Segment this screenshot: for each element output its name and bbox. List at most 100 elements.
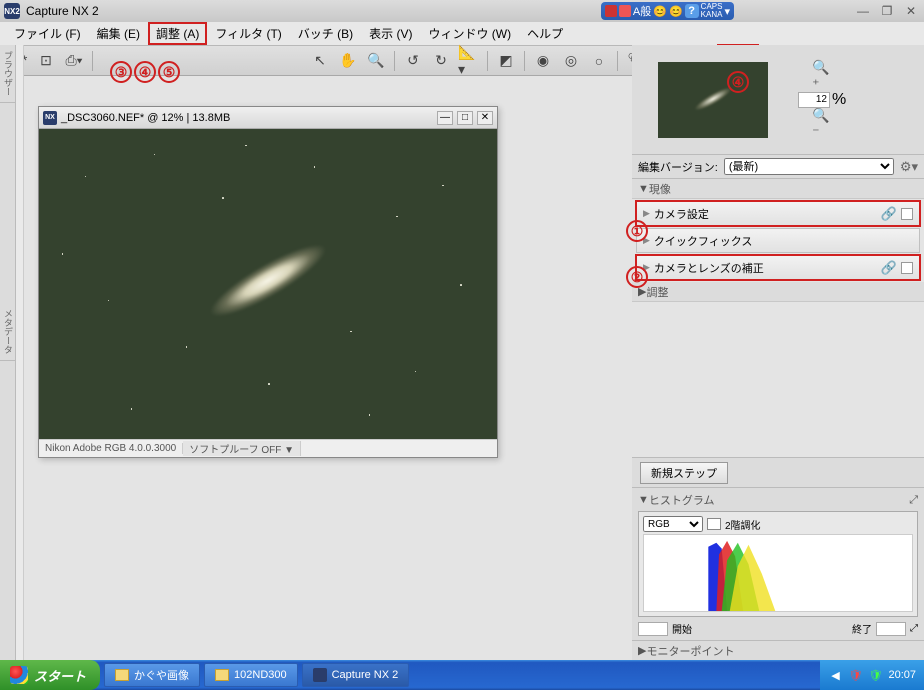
histogram-panel: ▼ ヒストグラム ⤢ RGB 2階調化 開始 終了	[632, 487, 924, 640]
tool-whitepoint[interactable]: ○	[587, 49, 611, 73]
zoom-unit: %	[832, 91, 846, 109]
menu-file[interactable]: ファイル (F)	[6, 22, 89, 45]
taskbar-item-2[interactable]: 102ND300	[204, 663, 298, 687]
doc-maximize-button[interactable]: □	[457, 111, 473, 125]
menu-window[interactable]: ウィンドウ (W)	[420, 22, 519, 45]
system-tray[interactable]: ◀ 🛡 🛡 20:07	[820, 660, 924, 690]
softproof-toggle[interactable]: ソフトプルーフ OFF ▼	[183, 441, 301, 456]
menu-bar: ファイル (F) 編集 (E) 調整 (A) フィルタ (T) バッチ (B) …	[0, 22, 924, 46]
document-window: NX _DSC3060.NEF* @ 12% | 13.8MB — □ ✕ Ni…	[38, 106, 498, 458]
tab-browser[interactable]: ブラウザー	[0, 45, 17, 103]
new-step-button[interactable]: 新規ステップ	[640, 462, 728, 484]
histogram-canvas	[643, 534, 913, 612]
marker-5: ⑤	[158, 61, 180, 83]
hist-end-label: 終了	[852, 621, 872, 636]
hist-end-input[interactable]	[876, 622, 906, 636]
step-camera-settings[interactable]: ▶カメラ設定 🔗	[636, 201, 920, 226]
folder-icon	[115, 669, 129, 681]
link-icon: 🔗	[881, 260, 897, 276]
step-camera-lens-correction[interactable]: ▶カメラとレンズの補正 🔗	[636, 255, 920, 280]
new-step-bar: 新規ステップ	[632, 457, 924, 487]
tool-blackpoint[interactable]: ◉	[531, 49, 555, 73]
step-quick-fix[interactable]: ▶クイックフィックス	[636, 228, 920, 253]
tool-crop[interactable]: ◩	[494, 49, 518, 73]
marker-4b: ④	[727, 71, 749, 93]
link-icon: 🔗	[881, 206, 897, 222]
document-title: _DSC3060.NEF* @ 12% | 13.8MB	[61, 112, 230, 124]
tool-hand[interactable]: ✋	[336, 49, 360, 73]
hist-expand-icon[interactable]: ⤢	[910, 623, 918, 634]
hist-start-input[interactable]	[638, 622, 668, 636]
ime-help-icon[interactable]: ?	[685, 4, 699, 18]
app-icon	[313, 668, 327, 682]
image-canvas[interactable]	[39, 129, 497, 439]
navigator-thumbnail[interactable]	[658, 62, 768, 138]
edit-version-bar: 編集バージョン: (最新) ⚙▾	[632, 155, 924, 179]
marker-1: ①	[626, 220, 648, 242]
step-checkbox[interactable]	[901, 208, 913, 220]
tool-print[interactable]: ⎙▾	[62, 49, 86, 73]
window-minimize-button[interactable]: —	[854, 4, 872, 18]
zoom-input[interactable]	[798, 92, 830, 108]
menu-help[interactable]: ヘルプ	[519, 22, 571, 45]
doc-minimize-button[interactable]: —	[437, 111, 453, 125]
tool-pointer[interactable]: ↖	[308, 49, 332, 73]
tool-rotate-cw[interactable]: ↻	[429, 49, 453, 73]
app-title: Capture NX 2	[26, 4, 99, 18]
tool-straighten[interactable]: 📐▾	[457, 49, 481, 73]
edit-version-select[interactable]: (最新)	[724, 158, 894, 175]
marker-4a: ④	[134, 61, 156, 83]
zoom-out-button[interactable]: 🔍⁻	[812, 115, 832, 133]
twotone-label: 2階調化	[725, 517, 761, 532]
doc-close-button[interactable]: ✕	[477, 111, 493, 125]
taskbar-item-3[interactable]: Capture NX 2	[302, 663, 410, 687]
window-titlebar: NX2 Capture NX 2 A般 😊😊 ? CAPSKANA ▾ — ❐ …	[0, 0, 924, 22]
window-close-button[interactable]: ✕	[902, 4, 920, 18]
histogram-title: ヒストグラム	[649, 492, 715, 508]
window-maximize-button[interactable]: ❐	[878, 4, 896, 18]
windows-logo-icon	[10, 666, 28, 684]
menu-filter[interactable]: フィルタ (T)	[207, 22, 289, 45]
right-panel: 🔍⁺ % 🔍⁻ 編集バージョン: (最新) ⚙▾ ▼ 現像 ▶カメラ設定 🔗 ▶…	[632, 45, 924, 660]
tray-icon-1[interactable]: ◀	[828, 668, 842, 682]
app-icon: NX2	[4, 3, 20, 19]
tool-zoom[interactable]: 🔍	[364, 49, 388, 73]
tray-icon-3[interactable]: 🛡	[868, 668, 882, 682]
twotone-swatch[interactable]	[707, 518, 721, 530]
galaxy-image	[155, 195, 381, 366]
edit-settings-icon[interactable]: ⚙▾	[900, 159, 918, 175]
section-adjust-header[interactable]: ▶ 調整	[632, 282, 924, 302]
ime-language-bar[interactable]: A般 😊😊 ? CAPSKANA ▾	[601, 2, 734, 20]
menu-batch[interactable]: バッチ (B)	[290, 22, 361, 45]
menu-edit[interactable]: 編集 (E)	[89, 22, 148, 45]
clock: 20:07	[888, 669, 916, 681]
document-titlebar[interactable]: NX _DSC3060.NEF* @ 12% | 13.8MB — □ ✕	[39, 107, 497, 129]
histogram-expand-icon[interactable]: ⤢	[909, 494, 918, 507]
color-profile-label: Nikon Adobe RGB 4.0.0.3000	[39, 443, 183, 454]
step-checkbox[interactable]	[901, 262, 913, 274]
marker-3: ③	[110, 61, 132, 83]
folder-icon	[215, 669, 229, 681]
workspace: NX _DSC3060.NEF* @ 12% | 13.8MB — □ ✕ Ni…	[24, 76, 632, 660]
zoom-in-button[interactable]: 🔍⁺	[812, 67, 832, 85]
hist-start-label: 開始	[672, 621, 692, 636]
tool-neutral[interactable]: ◎	[559, 49, 583, 73]
ime-mode: A般	[633, 3, 651, 19]
windows-taskbar: スタート かぐや画像 102ND300 Capture NX 2 ◀ 🛡 🛡 2…	[0, 660, 924, 690]
marker-2: ②	[626, 266, 648, 288]
start-button[interactable]: スタート	[0, 660, 100, 690]
navigator-panel: 🔍⁺ % 🔍⁻	[632, 45, 924, 155]
tool-b[interactable]: ⊡	[34, 49, 58, 73]
menu-view[interactable]: 表示 (V)	[361, 22, 420, 45]
tool-rotate-ccw[interactable]: ↺	[401, 49, 425, 73]
monitor-point-header[interactable]: ▶ モニターポイント	[632, 640, 924, 660]
tab-meta[interactable]: メタデータ	[0, 303, 17, 361]
menu-adjust[interactable]: 調整 (A)	[148, 22, 207, 45]
taskbar-item-1[interactable]: かぐや画像	[104, 663, 200, 687]
left-gutter	[16, 45, 24, 660]
document-statusbar: Nikon Adobe RGB 4.0.0.3000 ソフトプルーフ OFF ▼	[39, 439, 497, 457]
tray-icon-2[interactable]: 🛡	[848, 668, 862, 682]
histogram-channel-select[interactable]: RGB	[643, 516, 703, 532]
section-develop-header[interactable]: ▼ 現像	[632, 179, 924, 199]
edit-version-label: 編集バージョン:	[638, 159, 718, 175]
